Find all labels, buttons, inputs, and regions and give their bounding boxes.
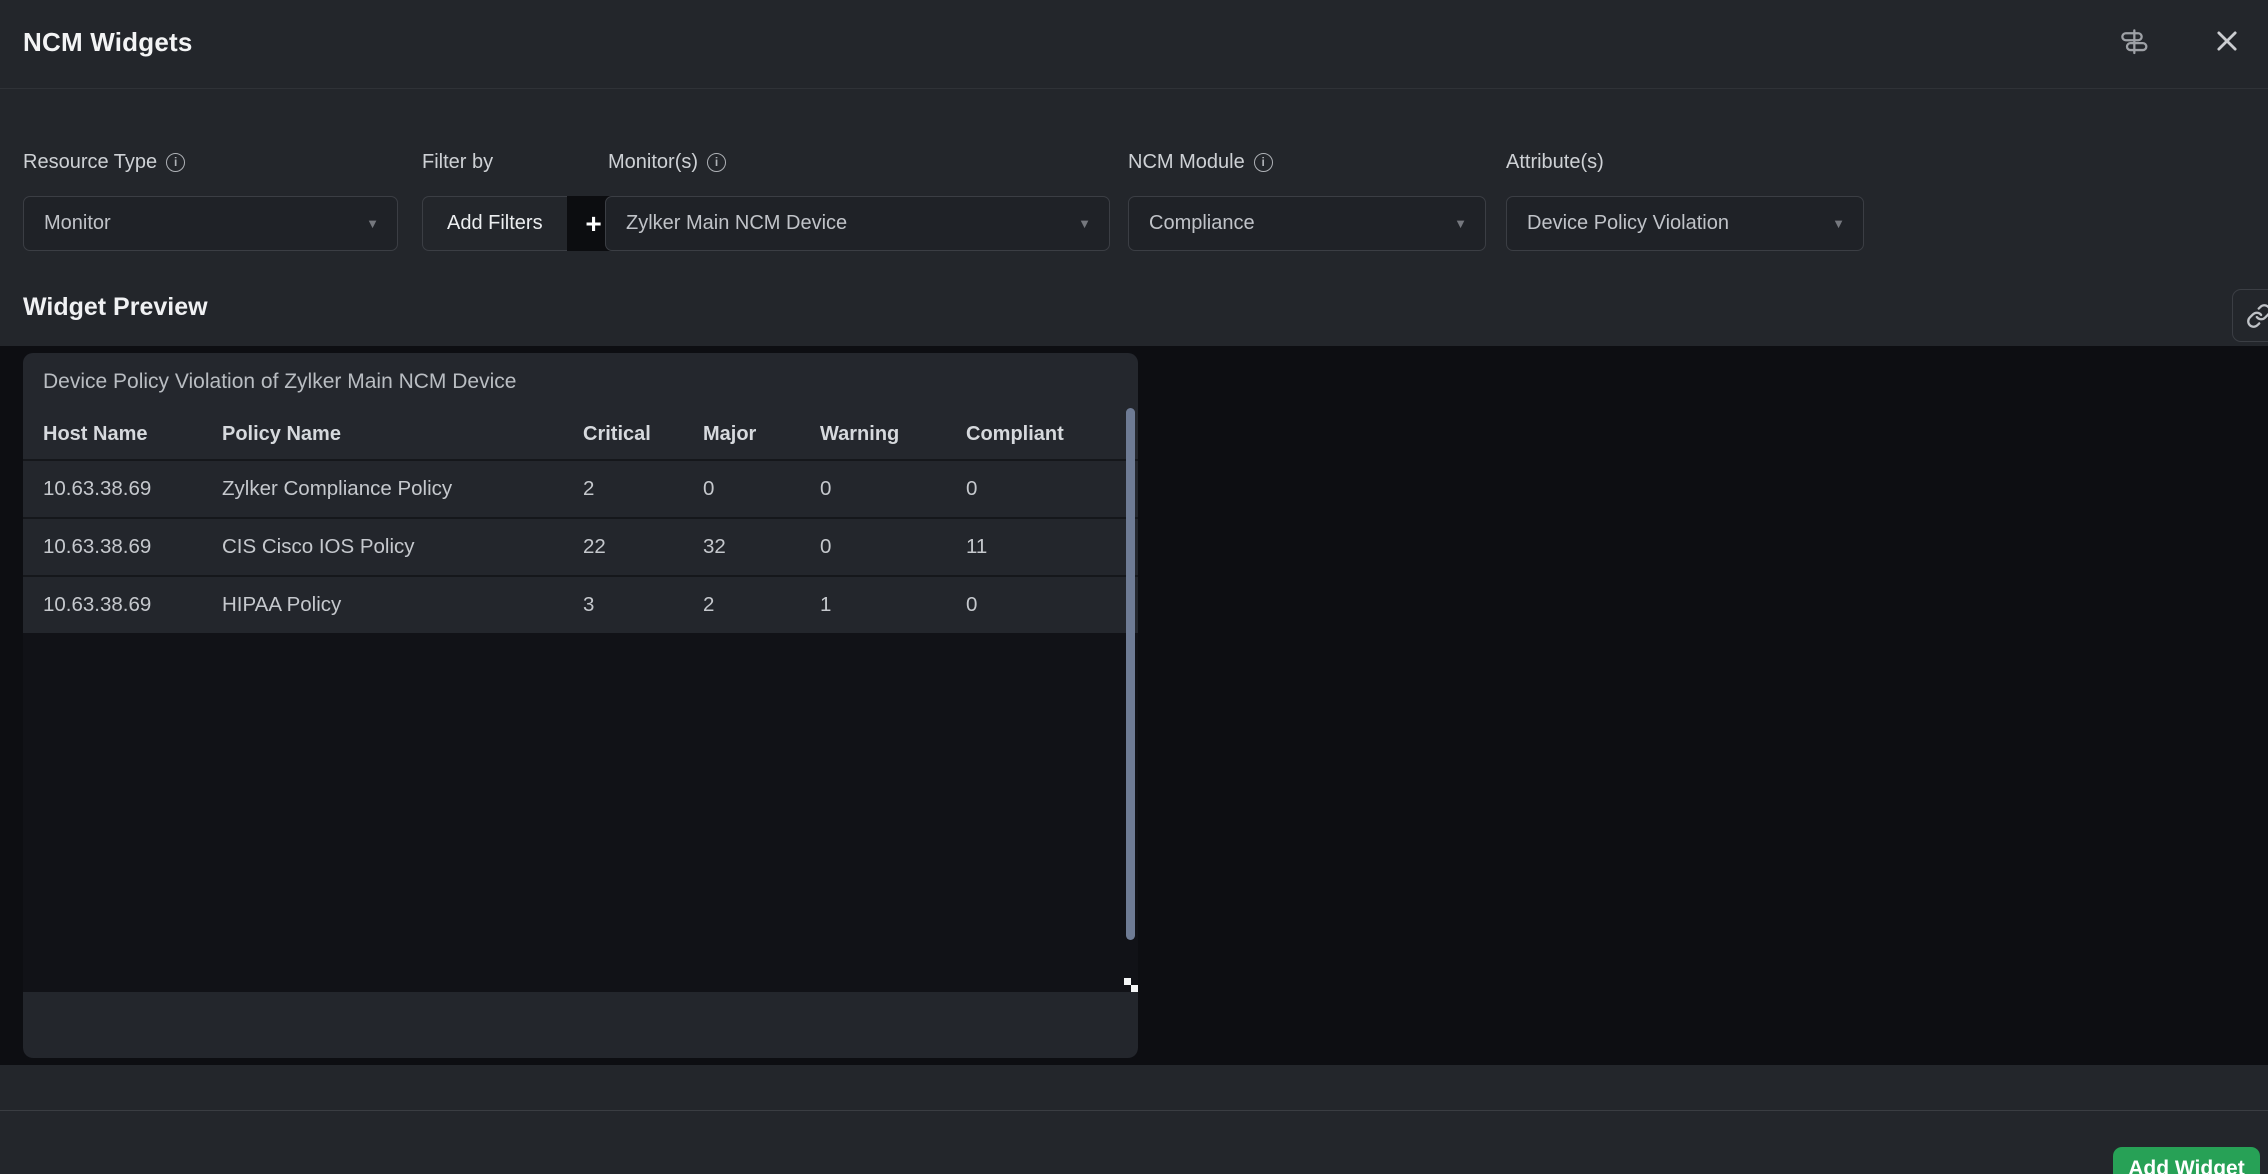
host-name-cell: 10.63.38.69 bbox=[43, 535, 222, 559]
column-header: Policy Name bbox=[222, 423, 583, 446]
warning-cell: 0 bbox=[820, 535, 966, 559]
table-row[interactable]: 10.63.38.69 HIPAA Policy 3 2 1 0 bbox=[23, 575, 1138, 633]
table-row[interactable]: 10.63.38.69 CIS Cisco IOS Policy 22 32 0… bbox=[23, 517, 1138, 575]
close-icon[interactable] bbox=[2204, 18, 2250, 64]
column-header: Critical bbox=[583, 423, 703, 446]
major-cell: 2 bbox=[703, 593, 820, 617]
compliant-cell: 0 bbox=[966, 593, 1138, 617]
policy-name-cell: HIPAA Policy bbox=[222, 593, 583, 617]
footer-divider bbox=[0, 1110, 2268, 1111]
ncm-widgets-dialog: NCM Widgets Resource Type i Filter by Mo… bbox=[0, 0, 2268, 1174]
policy-name-cell: Zylker Compliance Policy bbox=[222, 477, 583, 501]
resource-type-dropdown[interactable]: Monitor ▼ bbox=[23, 196, 398, 251]
attributes-value: Device Policy Violation bbox=[1527, 212, 1729, 235]
attributes-dropdown[interactable]: Device Policy Violation ▼ bbox=[1506, 196, 1864, 251]
host-name-cell: 10.63.38.69 bbox=[43, 477, 222, 501]
policy-name-cell: CIS Cisco IOS Policy bbox=[222, 535, 583, 559]
filter-by-label: Filter by bbox=[422, 148, 493, 176]
link-icon[interactable] bbox=[2232, 289, 2268, 342]
info-icon[interactable]: i bbox=[707, 153, 726, 172]
compliant-cell: 0 bbox=[966, 477, 1138, 501]
add-filters-label: Add Filters bbox=[422, 196, 567, 251]
critical-cell: 2 bbox=[583, 477, 703, 501]
host-name-cell: 10.63.38.69 bbox=[43, 593, 222, 617]
chevron-down-icon: ▼ bbox=[366, 216, 379, 231]
dialog-title: NCM Widgets bbox=[23, 27, 193, 58]
add-widget-button[interactable]: Add Widget bbox=[2113, 1147, 2260, 1174]
dialog-header: NCM Widgets bbox=[0, 0, 2268, 89]
column-header: Warning bbox=[820, 423, 966, 446]
compliant-cell: 11 bbox=[966, 535, 1138, 559]
ncm-module-dropdown[interactable]: Compliance ▼ bbox=[1128, 196, 1486, 251]
widget-preview-area: Device Policy Violation of Zylker Main N… bbox=[0, 346, 2268, 1065]
resource-type-label: Resource Type i bbox=[23, 148, 185, 176]
widget-layout-icon[interactable] bbox=[2112, 18, 2158, 64]
warning-cell: 1 bbox=[820, 593, 966, 617]
widget-title: Device Policy Violation of Zylker Main N… bbox=[23, 353, 1138, 410]
resource-type-value: Monitor bbox=[44, 212, 111, 235]
ncm-module-label: NCM Module i bbox=[1128, 148, 1273, 176]
warning-cell: 0 bbox=[820, 477, 966, 501]
ncm-module-value: Compliance bbox=[1149, 212, 1255, 235]
monitors-dropdown[interactable]: Zylker Main NCM Device ▼ bbox=[605, 196, 1110, 251]
major-cell: 32 bbox=[703, 535, 820, 559]
column-header: Host Name bbox=[43, 423, 222, 446]
chevron-down-icon: ▼ bbox=[1078, 216, 1091, 231]
add-filters-button[interactable]: Add Filters + bbox=[422, 196, 621, 251]
table-row[interactable]: 10.63.38.69 Zylker Compliance Policy 2 0… bbox=[23, 459, 1138, 517]
info-icon[interactable]: i bbox=[1254, 153, 1273, 172]
attributes-label: Attribute(s) bbox=[1506, 148, 1604, 176]
monitors-label: Monitor(s) i bbox=[608, 148, 726, 176]
table-header-row: Host Name Policy Name Critical Major War… bbox=[23, 410, 1138, 459]
monitors-value: Zylker Main NCM Device bbox=[626, 212, 847, 235]
preview-widget-card: Device Policy Violation of Zylker Main N… bbox=[23, 353, 1138, 1058]
major-cell: 0 bbox=[703, 477, 820, 501]
resize-handle-icon[interactable] bbox=[1131, 985, 1138, 992]
widget-scrollbar[interactable] bbox=[1126, 408, 1135, 940]
widget-footer-bar bbox=[23, 992, 1138, 1058]
widget-preview-title: Widget Preview bbox=[23, 293, 208, 322]
critical-cell: 3 bbox=[583, 593, 703, 617]
column-header: Major bbox=[703, 423, 820, 446]
critical-cell: 22 bbox=[583, 535, 703, 559]
chevron-down-icon: ▼ bbox=[1832, 216, 1845, 231]
column-header: Compliant bbox=[966, 423, 1138, 446]
resize-handle-icon[interactable] bbox=[1124, 978, 1131, 985]
chevron-down-icon: ▼ bbox=[1454, 216, 1467, 231]
info-icon[interactable]: i bbox=[166, 153, 185, 172]
